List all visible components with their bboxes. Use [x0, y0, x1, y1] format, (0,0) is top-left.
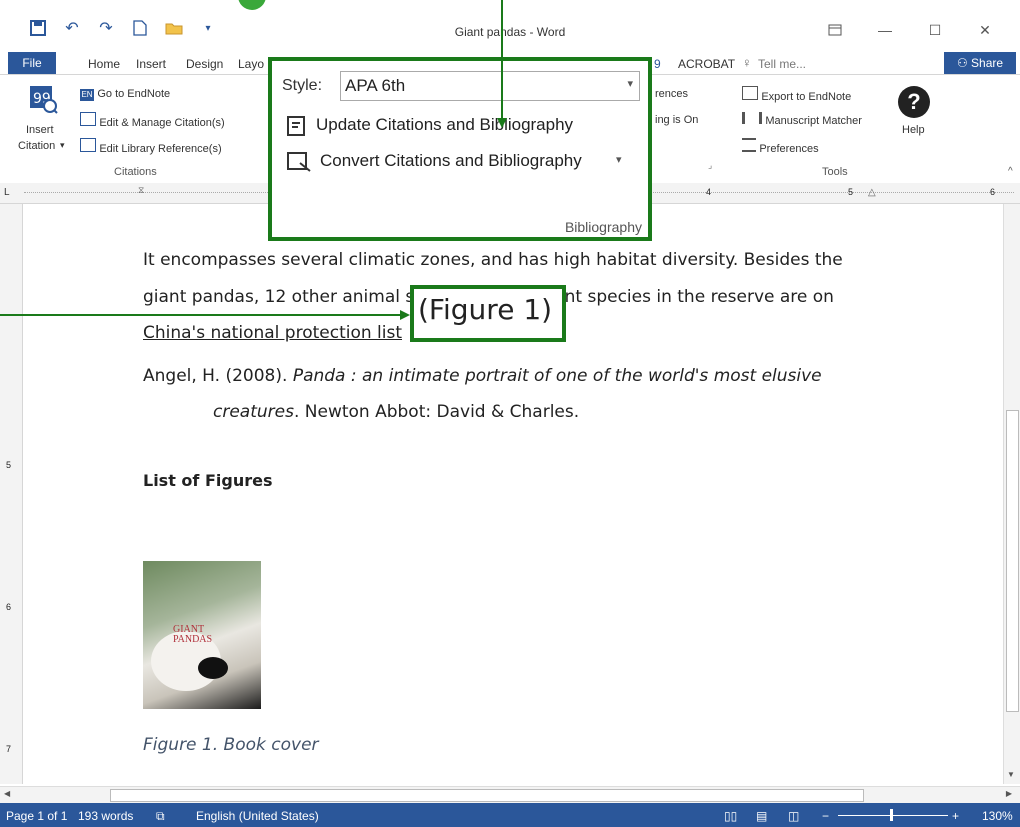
zoom-level[interactable]: 130%	[982, 809, 1013, 823]
horizontal-scrollbar[interactable]: ◀ ▶	[0, 786, 1020, 804]
scroll-right-icon[interactable]: ▶	[1006, 789, 1012, 798]
read-mode-icon[interactable]: ▯▯	[724, 809, 737, 823]
scroll-left-icon[interactable]: ◀	[4, 789, 10, 798]
print-layout-icon[interactable]: ▤	[756, 809, 767, 823]
language-indicator[interactable]: English (United States)	[196, 809, 319, 823]
annotation-arrows	[0, 0, 507, 320]
word-count[interactable]: 193 words	[78, 809, 133, 823]
zoom-in-icon[interactable]: +	[952, 809, 959, 823]
proofing-icon[interactable]: ⧉	[156, 809, 165, 824]
page-count[interactable]: Page 1 of 1	[6, 809, 67, 823]
zoom-out-icon[interactable]: −	[822, 809, 829, 823]
zoom-slider[interactable]	[838, 815, 948, 816]
zoom-slider-thumb[interactable]	[890, 809, 893, 821]
arrow-head-update	[497, 118, 507, 128]
arrow-head-figure	[400, 310, 410, 320]
web-layout-icon[interactable]: ◫	[788, 809, 799, 823]
scroll-down-icon[interactable]: ▼	[1007, 770, 1015, 779]
status-bar: Page 1 of 1 193 words ⧉ English (United …	[0, 803, 1020, 827]
hscroll-thumb[interactable]	[110, 789, 864, 802]
vertical-scrollbar[interactable]: ▼	[1003, 204, 1020, 784]
scrollbar-thumb[interactable]	[1006, 410, 1019, 712]
